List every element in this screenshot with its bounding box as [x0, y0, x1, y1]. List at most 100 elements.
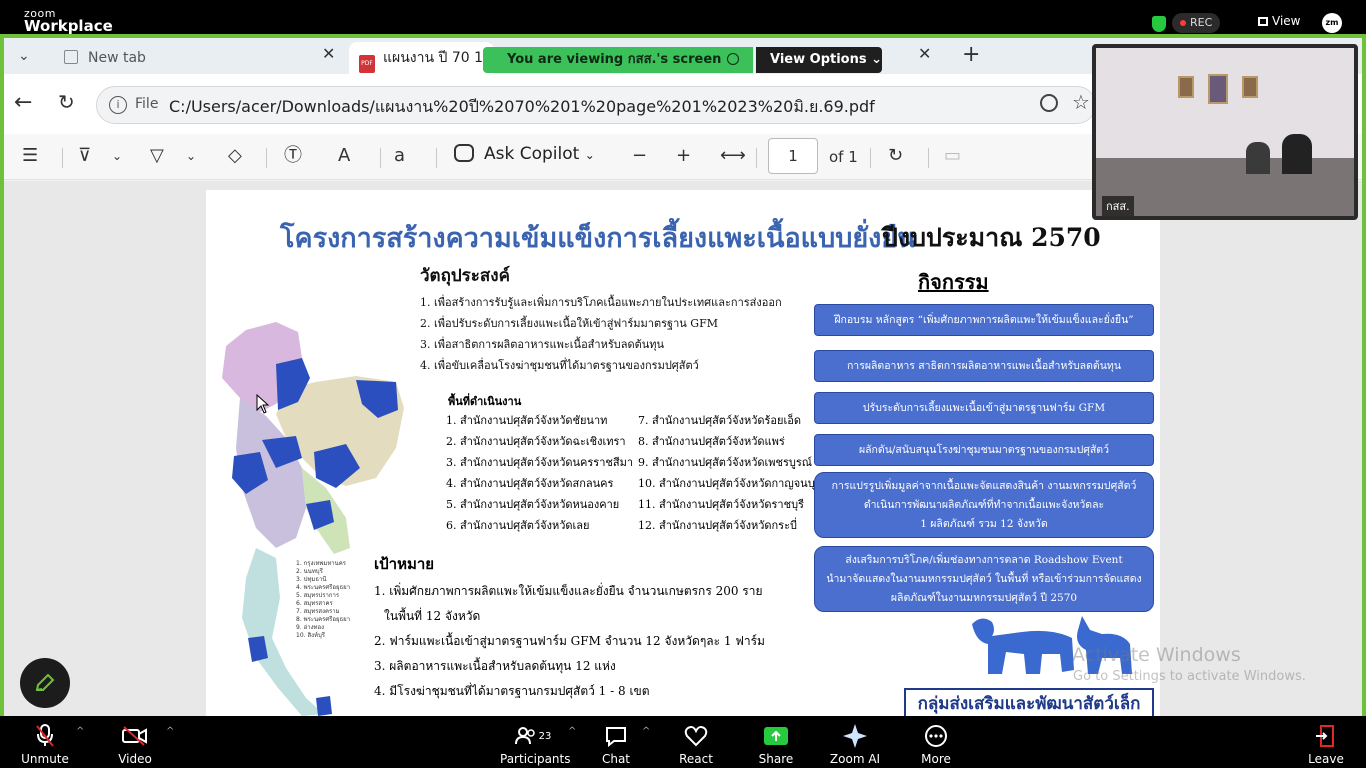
page-number-input[interactable]: 1 [768, 138, 818, 174]
list-item: 6. สำนักงานปศุสัตว์จังหวัดเลย [446, 519, 590, 532]
participants-button[interactable]: 23 Participants [500, 722, 571, 766]
security-shield-icon[interactable] [1152, 16, 1166, 32]
map-legend-item: 10. สิงห์บุรี [296, 632, 326, 639]
tab-pdf[interactable]: PDF แผนงาน ปี 70 1 [349, 42, 494, 74]
list-item: 8. สำนักงานปศุสัตว์จังหวัดแพร่ [638, 435, 785, 448]
eraser-icon[interactable]: ◇ [228, 146, 242, 166]
activity-line: ส่งเสริมการบริโภค/เพิ่มช่องทางการตลาด Ro… [845, 553, 1123, 566]
page-total: of 1 [829, 148, 858, 166]
map-legend-item: 3. ปทุมธานี [296, 576, 327, 583]
participants-label: Participants [500, 752, 571, 766]
refresh-icon[interactable]: ↻ [58, 90, 75, 114]
wall-portrait [1178, 76, 1194, 98]
video-button[interactable]: Video [110, 722, 160, 766]
zoom-out-icon[interactable]: − [632, 146, 647, 166]
tab-actions-chevron-icon[interactable]: ⌄ [18, 48, 32, 64]
toolbar-divider [928, 148, 929, 168]
zoom-logo: zoom Workplace [24, 8, 113, 34]
zoom-window: { "zoom": { "logo_line1": "zoom", "logo_… [0, 0, 1366, 768]
viewing-banner: You are viewing กสส.'s screen [483, 47, 753, 73]
url-scheme-label: File [135, 96, 159, 112]
share-label: Share [758, 752, 794, 766]
leave-label: Leave [1308, 752, 1344, 766]
toolbar-divider [756, 148, 757, 168]
share-button[interactable]: Share [754, 722, 798, 766]
chat-icon [606, 727, 626, 747]
rotate-icon[interactable]: ↻ [888, 146, 903, 166]
map-legend: 1. กรุงเทพมหานคร 2. นนทบุรี 3. ปทุมธานี … [296, 560, 350, 640]
video-options-chevron-icon[interactable]: ^ [166, 726, 174, 737]
activate-windows-subtitle: Go to Settings to activate Windows. [1073, 669, 1306, 684]
activity-box: ฝึกอบรม หลักสูตร “เพิ่มศักยภาพการผลิตแพะ… [814, 304, 1154, 336]
list-item: 11. สำนักงานปศุสัตว์จังหวัดราชบุรี [638, 498, 804, 511]
zoom-ai-button[interactable]: Zoom AI [826, 722, 884, 766]
brand-label: กลุ่มส่งเสริมและพัฒนาสัตว์เล็ก [904, 688, 1154, 716]
tab-label: New tab [88, 50, 146, 66]
ask-copilot-button[interactable]: Ask Copilot ⌄ [454, 144, 595, 164]
view-options-label: View Options [770, 52, 867, 67]
close-tab-icon[interactable]: ✕ [322, 44, 335, 63]
list-item: 1. เพื่อสร้างการรับรู้และเพิ่มการบริโภคเ… [420, 296, 782, 309]
leave-door-icon [1316, 725, 1334, 747]
more-button[interactable]: More [914, 722, 958, 766]
annotate-pen-button[interactable] [20, 658, 70, 708]
info-icon[interactable]: i [109, 96, 127, 114]
activity-line: ผลักดัน/สนับสนุนโรงฆ่าชุมชนมาตรฐานของกรม… [858, 443, 1110, 456]
fit-width-icon[interactable]: ⟷ [720, 146, 746, 166]
back-arrow-icon[interactable]: ← [14, 90, 32, 115]
participant-name: กสส. [1102, 196, 1134, 216]
map-province-highlight [316, 696, 332, 716]
toolbar-divider [870, 148, 871, 168]
react-button[interactable]: React [674, 722, 718, 766]
areas-heading: พื้นที่ดำเนินงาน [448, 395, 522, 408]
page-title: โครงการสร้างความเข้มแข็งการเลี้ยงแพะเนื้… [280, 223, 916, 254]
zoom-in-icon[interactable]: + [676, 146, 691, 166]
map-legend-item: 8. พระนครศรีอยุธยา [296, 616, 351, 623]
draw-icon[interactable]: ▽ [150, 146, 164, 166]
toolbar-divider [436, 148, 437, 168]
url-text[interactable]: C:/Users/acer/Downloads/แผนงาน%20ปี%2070… [169, 95, 875, 120]
unmute-button[interactable]: Unmute [18, 722, 72, 766]
participants-icon [514, 727, 535, 745]
participant-video-tile[interactable]: กสส. [1092, 44, 1358, 220]
zoom-out-magnifier-icon[interactable] [1040, 94, 1058, 112]
status-icon [727, 53, 740, 65]
activity-box: การผลิตอาหาร สาธิตการผลิตอาหารแพะเนื้อสำ… [814, 350, 1154, 382]
text-box-icon[interactable]: Ⓣ [284, 146, 302, 166]
view-options-button[interactable]: View Options ⌄ [756, 47, 882, 73]
contents-list-icon[interactable]: ☰ [22, 146, 38, 166]
close-tab-icon[interactable]: ✕ [918, 44, 931, 63]
chat-options-chevron-icon[interactable]: ^ [642, 726, 650, 737]
read-aloud-icon[interactable]: A [338, 146, 350, 166]
chevron-down-icon[interactable]: ⌄ [186, 146, 196, 166]
highlight-icon[interactable]: ⊽ [78, 146, 91, 166]
chat-button[interactable]: Chat [596, 722, 636, 766]
wall-portrait [1208, 74, 1228, 104]
activities-heading: กิจกรรม [918, 270, 989, 294]
translate-icon[interactable]: a [394, 146, 405, 166]
list-item: 4. มีโรงฆ่าชุมชนที่ได้มาตรฐานกรมปศุสัตว์… [374, 684, 650, 698]
leave-button[interactable]: Leave [1306, 722, 1346, 766]
favorite-star-icon[interactable]: ☆ [1072, 90, 1090, 114]
audio-options-chevron-icon[interactable]: ^ [76, 726, 84, 737]
new-tab-plus-icon[interactable]: + [962, 42, 980, 67]
objectives-list: 1. เพื่อสร้างการรับรู้และเพิ่มการบริโภคเ… [420, 292, 782, 376]
activity-line: ดำเนินการพัฒนาผลิตภัณฑ์ที่ทำจากเนื้อแพะจ… [863, 498, 1105, 511]
activity-line: นำมาจัดแสดงในงานมหกรรมปศุสัตว์ ในพื้นที่… [826, 572, 1142, 585]
avatar[interactable]: zm [1322, 13, 1342, 33]
page-view-icon[interactable]: ▭ [944, 146, 961, 166]
recording-indicator[interactable]: REC [1172, 13, 1221, 33]
share-screen-icon [764, 727, 788, 745]
activity-line: 1 ผลิตภัณฑ์ รวม 12 จังหวัด [920, 517, 1048, 530]
url-field[interactable]: i File C:/Users/acer/Downloads/แผนงาน%20… [96, 86, 1096, 124]
tab-new-tab[interactable]: New tab [52, 42, 348, 74]
goals-list: 1. เพิ่มศักยภาพการผลิตแพะให้เข้มแข็งและย… [374, 579, 765, 704]
map-legend-item: 2. นนทบุรี [296, 568, 323, 575]
more-label: More [921, 752, 951, 766]
chat-label: Chat [601, 752, 631, 766]
zoom-logo-line2: Workplace [24, 17, 113, 35]
activity-line: ผลิตภัณฑ์ในงานมหกรรมปศุสัตว์ ปี 2570 [890, 591, 1078, 604]
participants-options-chevron-icon[interactable]: ^ [568, 726, 576, 737]
view-button[interactable]: View [1258, 14, 1300, 28]
chevron-down-icon[interactable]: ⌄ [112, 146, 122, 166]
